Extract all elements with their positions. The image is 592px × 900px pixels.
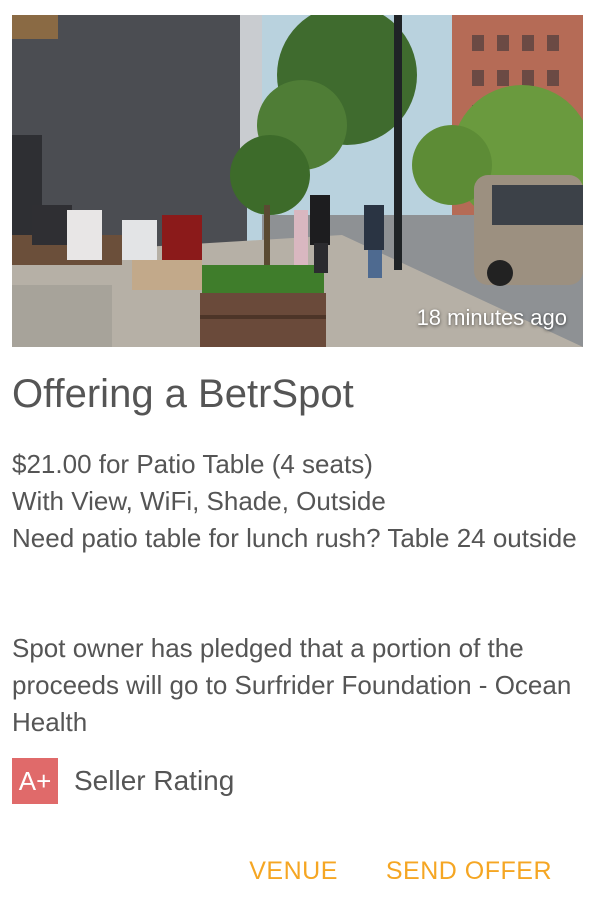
card-actions: VENUE SEND OFFER (249, 857, 552, 886)
amenities-line: With View, WiFi, Shade, Outside (12, 486, 386, 516)
listing-details: $21.00 for Patio Table (4 seats) With Vi… (12, 446, 582, 557)
price-line: $21.00 for Patio Table (4 seats) (12, 449, 373, 479)
send-offer-button[interactable]: SEND OFFER (386, 857, 552, 886)
patio-scene-image (12, 15, 583, 347)
seller-grade-badge: A+ (12, 758, 58, 804)
venue-button[interactable]: VENUE (249, 857, 338, 886)
seller-rating-label: Seller Rating (74, 765, 235, 796)
listing-title: Offering a BetrSpot (12, 372, 354, 416)
spot-card: 18 minutes ago Offering a BetrSpot $21.0… (0, 0, 592, 900)
description-text: Need patio table for lunch rush? Table 2… (12, 523, 577, 553)
seller-rating: A+ Seller Rating (12, 758, 234, 804)
venue-photo: 18 minutes ago (12, 15, 583, 347)
charity-pledge-text: Spot owner has pledged that a portion of… (12, 633, 572, 737)
posted-timestamp: 18 minutes ago (416, 305, 567, 330)
